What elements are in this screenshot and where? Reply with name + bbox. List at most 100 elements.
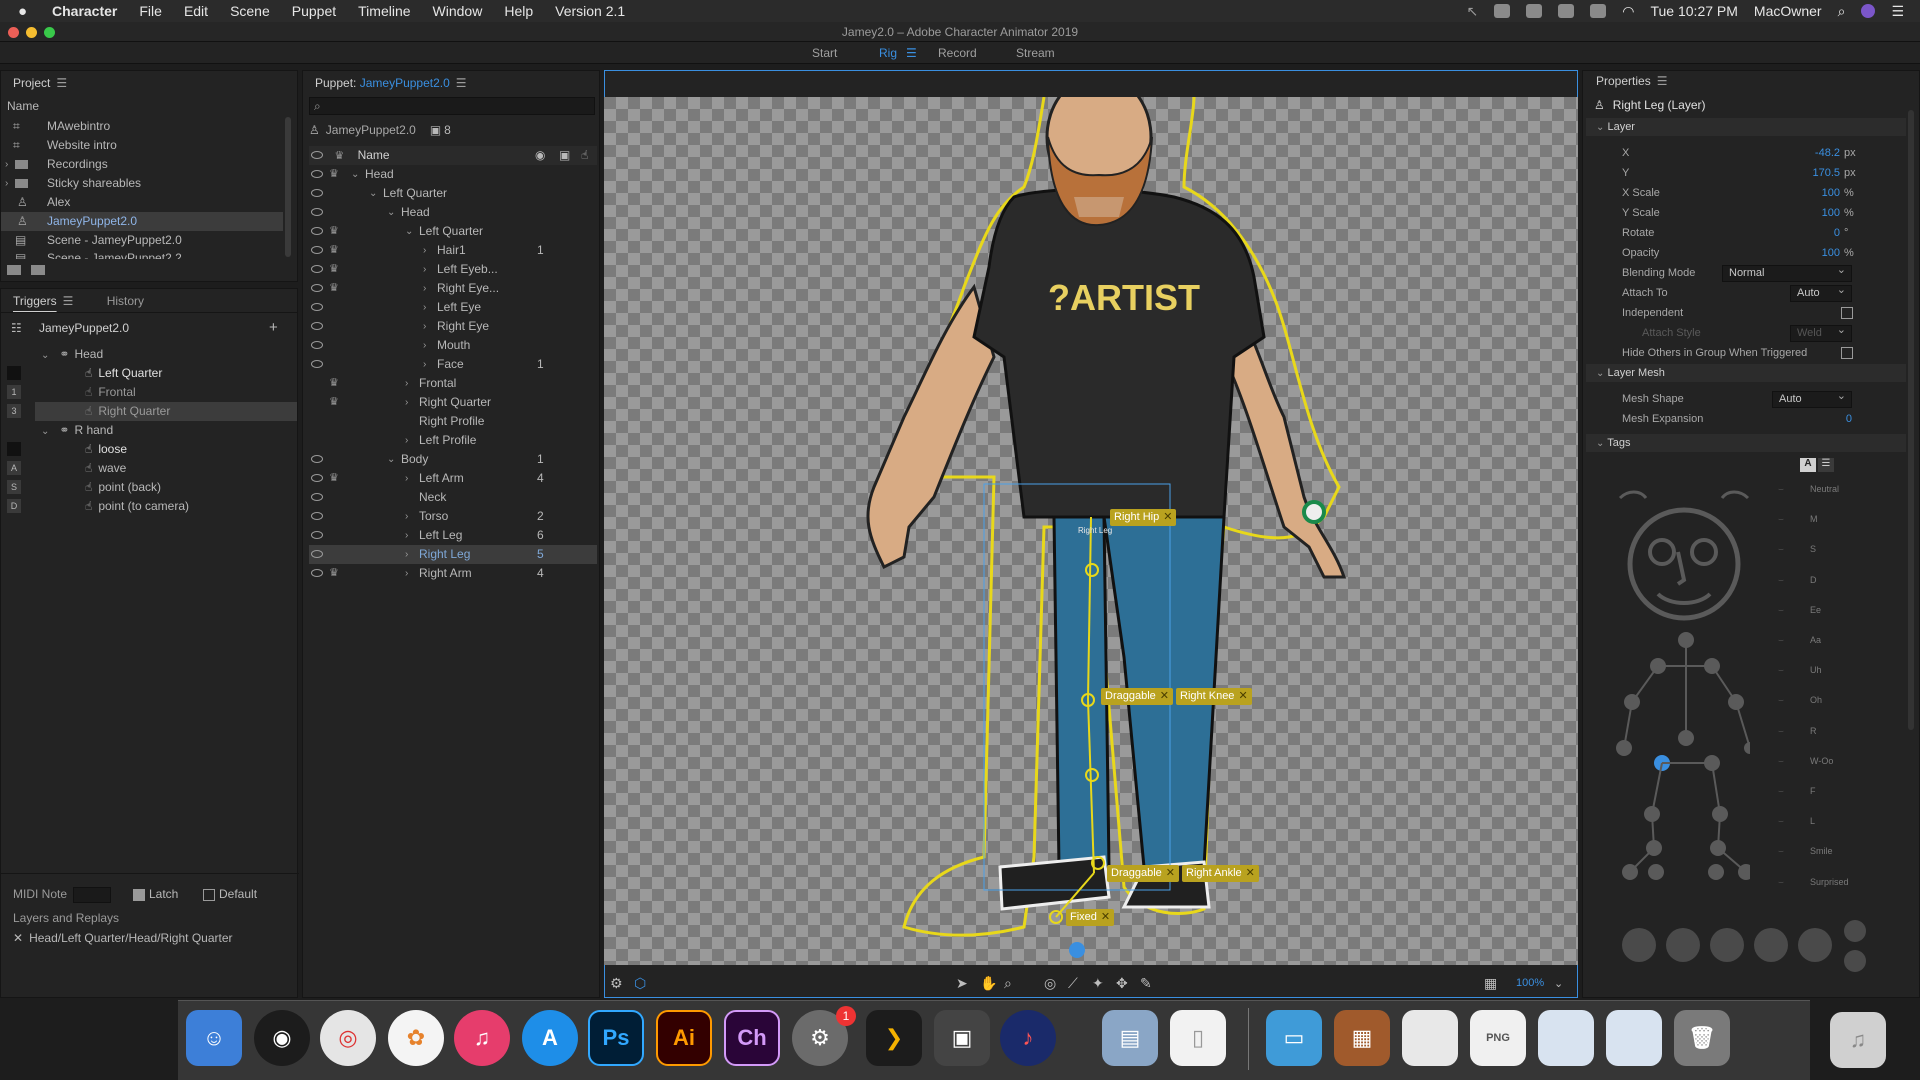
chevron-right-icon[interactable]: › (423, 317, 426, 336)
chrome-icon[interactable]: ◎ (320, 1010, 376, 1066)
rotate-value[interactable]: 0 (1776, 227, 1840, 239)
tab-stream[interactable]: Stream (1016, 46, 1055, 60)
chevron-right-icon[interactable]: › (5, 174, 8, 193)
remove-tag-icon[interactable]: ✕ (1101, 911, 1110, 923)
hand-tool-icon[interactable]: ✋ (980, 975, 997, 992)
trash-icon[interactable]: 🗑 (1674, 1010, 1730, 1066)
midi-note-input[interactable] (73, 887, 111, 903)
eye-icon[interactable] (311, 284, 323, 292)
attach-to-select[interactable]: Auto (1790, 283, 1852, 302)
eye-icon[interactable] (311, 455, 323, 463)
crown-icon[interactable]: ♛ (329, 241, 339, 260)
audacity-icon[interactable]: ♪ (1000, 1010, 1056, 1066)
crown-icon[interactable]: ♛ (329, 469, 339, 488)
minimize-window-button[interactable] (26, 27, 37, 38)
user-name[interactable]: MacOwner (1754, 3, 1822, 19)
siri-icon[interactable]: ◉ (254, 1010, 310, 1066)
eye-icon[interactable] (311, 512, 323, 520)
trigger-row[interactable]: ☝ loose (85, 440, 127, 459)
project-item[interactable]: › Recordings (1, 155, 281, 174)
illustrator-icon[interactable]: Ai (656, 1010, 712, 1066)
rig-menu-icon[interactable]: ☰ (906, 46, 917, 60)
chevron-right-icon[interactable]: › (5, 155, 8, 174)
triggers-menu-icon[interactable]: ☰ (63, 294, 74, 308)
zoom-level[interactable]: 100% (1516, 977, 1544, 989)
layer-row[interactable]: ⌄ Body 1 (309, 450, 597, 469)
layer-row[interactable]: › Face 1 (309, 355, 597, 374)
menu-version[interactable]: Version 2.1 (555, 3, 625, 19)
tag-draggable-ankle[interactable]: Draggable ✕ (1107, 865, 1179, 882)
remove-tag-icon[interactable]: ✕ (1166, 867, 1175, 879)
layer-row[interactable]: › Right Leg 5 (309, 545, 597, 564)
zoom-dropdown-icon[interactable]: ⌄ (1554, 977, 1563, 990)
tag-right-ankle[interactable]: Right Ankle ✕ (1182, 865, 1259, 882)
tab-rig[interactable]: Rig (879, 46, 897, 60)
tags-text-view-button[interactable]: A (1800, 458, 1816, 472)
eye-icon[interactable] (311, 322, 323, 330)
project-item[interactable]: ▤ Scene - JameyPuppet2.2 (1, 249, 281, 259)
hide-others-checkbox[interactable] (1841, 347, 1853, 359)
tab-triggers[interactable]: Triggers (13, 294, 57, 308)
layer-row[interactable]: Right Profile (309, 412, 597, 431)
app-store-icon[interactable]: A (522, 1010, 578, 1066)
new-folder-icon[interactable] (31, 265, 45, 275)
menu-file[interactable]: File (139, 3, 162, 19)
menu-app[interactable]: Character (52, 3, 117, 19)
eye-icon[interactable] (311, 265, 323, 273)
section-tags[interactable]: ⌄ Tags (1586, 434, 1906, 452)
expression-face-icon[interactable] (1844, 920, 1866, 942)
eye-icon[interactable] (311, 151, 323, 159)
eye-icon[interactable] (311, 227, 323, 235)
trigger-key[interactable]: A (7, 461, 21, 475)
trigger-list-icon[interactable]: ☷ (11, 319, 22, 338)
trigger-key[interactable]: S (7, 480, 21, 494)
layer-row[interactable]: › Torso 2 (309, 507, 597, 526)
layer-row[interactable]: ♛ › Right Quarter (309, 393, 597, 412)
eye-icon[interactable] (311, 246, 323, 254)
stick-tool-icon[interactable]: ⟋ (1068, 975, 1078, 992)
menu-window[interactable]: Window (433, 3, 483, 19)
puppet-root-row[interactable]: ♙ JameyPuppet2.0 ▣ 8 (309, 121, 451, 140)
layer-row[interactable]: ♛ ⌄ Head (309, 165, 597, 184)
trigger-row[interactable]: ☝ point (back) (85, 478, 161, 497)
blending-mode-select[interactable]: Normal (1722, 263, 1852, 282)
tag-right-knee[interactable]: Right Knee ✕ (1176, 688, 1252, 705)
crown-icon[interactable]: ♛ (329, 564, 339, 583)
remove-tag-icon[interactable]: ✕ (1246, 867, 1255, 879)
crown-icon[interactable]: ♛ (329, 393, 339, 412)
layer-row[interactable]: › Right Eye (309, 317, 597, 336)
trigger-key[interactable] (7, 442, 21, 456)
project-scrollbar[interactable] (285, 117, 291, 257)
mesh-shape-select[interactable]: Auto (1772, 389, 1852, 408)
crown-icon[interactable]: ♛ (329, 374, 339, 393)
expression-face-icon[interactable] (1798, 928, 1832, 962)
tab-start[interactable]: Start (812, 46, 837, 60)
trigger-row[interactable]: ☝ Frontal (85, 383, 136, 402)
menu-timeline[interactable]: Timeline (358, 3, 410, 19)
chevron-down-icon[interactable]: ⌄ (41, 426, 49, 437)
chevron-right-icon[interactable]: › (423, 298, 426, 317)
swap-set-row[interactable]: ⌄ ⚭ R hand (41, 421, 113, 440)
section-layer-mesh[interactable]: ⌄ Layer Mesh (1586, 364, 1906, 382)
pin-tool-icon[interactable]: ✦ (1092, 975, 1104, 992)
tags-body-diagram[interactable] (1600, 480, 1750, 900)
itunes-icon[interactable]: ♫ (454, 1010, 510, 1066)
crown-icon[interactable]: ♛ (329, 165, 339, 184)
mesh-tool-icon[interactable]: ⚙ (610, 975, 623, 992)
layer-search-input[interactable]: ⌕ (309, 97, 595, 115)
layer-row[interactable]: ♛ › Frontal (309, 374, 597, 393)
clock[interactable]: Tue 10:27 PM (1650, 3, 1737, 19)
new-scene-icon[interactable] (7, 265, 21, 275)
chevron-right-icon[interactable]: › (405, 393, 408, 412)
layer-row[interactable]: › Left Eye (309, 298, 597, 317)
trigger-key[interactable]: D (7, 499, 21, 513)
layer-row[interactable]: ♛ ⌄ Left Quarter (309, 222, 597, 241)
character-animator-icon[interactable]: Ch (724, 1010, 780, 1066)
crown-icon[interactable]: ♛ (329, 260, 339, 279)
layer-row[interactable]: Neck (309, 488, 597, 507)
x-value[interactable]: -48.2 (1776, 147, 1840, 159)
default-checkbox[interactable] (203, 889, 215, 901)
eye-icon[interactable] (311, 189, 323, 197)
expression-face-icon[interactable] (1754, 928, 1788, 962)
transparency-grid-icon[interactable]: ▦ (1484, 975, 1497, 992)
